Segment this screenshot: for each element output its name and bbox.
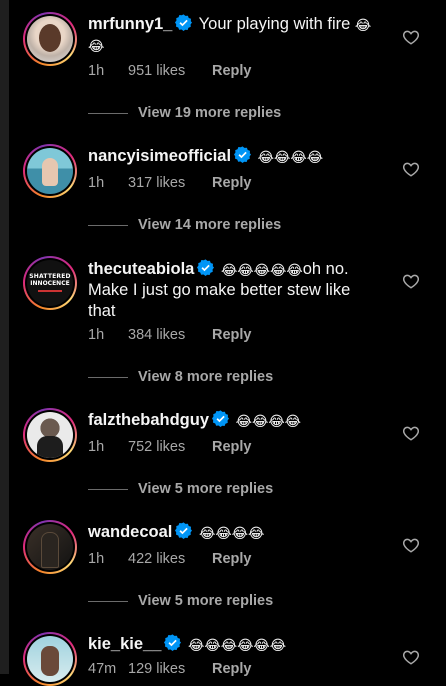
heart-outline-icon[interactable] [402,536,420,554]
avatar-image [27,412,73,458]
avatar-text: INNOCENCE [30,280,70,287]
view-more-replies-label: View 14 more replies [138,217,282,233]
comment-emoji: 😂😂😂😂 [235,413,302,429]
like-count[interactable]: 752 likes [128,439,212,455]
comment-emoji: 😂 [354,17,372,33]
comment-emoji: 😂 [88,38,105,54]
avatar[interactable] [23,144,77,198]
view-more-replies[interactable]: View 14 more replies [88,217,281,233]
view-more-replies[interactable]: View 8 more replies [88,369,273,385]
comment-emoji: 😂😂😂😂😂 [220,262,303,278]
comment-text: Make I just go make better stew like [88,281,351,299]
divider [88,600,128,602]
comment-text: that [88,302,116,320]
username[interactable]: kie_kie__ [88,635,161,653]
view-more-replies-label: View 19 more replies [138,105,282,121]
comment-emoji: 😂😂😂😂 [257,149,324,165]
view-more-replies[interactable]: View 5 more replies [88,481,273,497]
avatar-image [27,16,73,62]
divider [88,112,128,114]
reply-button[interactable]: Reply [212,551,252,567]
left-edge-divider [0,0,9,674]
like-count[interactable]: 422 likes [128,551,212,567]
divider [88,488,128,490]
view-more-replies[interactable]: View 19 more replies [88,105,281,121]
username[interactable]: thecuteabiola [88,260,194,278]
avatar[interactable] [23,520,77,574]
like-count[interactable]: 129 likes [128,661,212,677]
avatar-image [27,524,73,570]
view-more-replies-label: View 5 more replies [138,481,274,497]
like-count[interactable]: 317 likes [128,175,212,191]
avatar[interactable]: SHATTERED INNOCENCE [23,256,77,310]
reply-button[interactable]: Reply [212,327,252,343]
heart-outline-icon[interactable] [402,160,420,178]
comment-text: oh no. [302,260,349,278]
verified-badge-icon [212,410,230,427]
comment-time: 1h [88,327,105,343]
username[interactable]: wandecoal [88,523,172,541]
reply-button[interactable]: Reply [212,661,252,677]
reply-button[interactable]: Reply [212,439,252,455]
avatar[interactable] [23,408,77,462]
avatar-image [27,636,73,682]
comment-time: 1h [88,439,105,455]
avatar[interactable] [23,12,77,66]
like-count[interactable]: 384 likes [128,327,212,343]
verified-badge-icon [164,634,182,651]
view-more-replies[interactable]: View 5 more replies [88,593,273,609]
reply-button[interactable]: Reply [212,63,252,79]
divider [88,224,128,226]
heart-outline-icon[interactable] [402,272,420,290]
username[interactable]: falzthebahdguy [88,411,209,429]
comment-time: 47m [88,661,117,677]
avatar-image: SHATTERED INNOCENCE [27,260,73,306]
like-count[interactable]: 951 likes [128,63,212,79]
comment-emoji: 😂😂😂😂😂😂 [188,637,287,653]
comment-time: 1h [88,551,105,567]
divider [88,376,128,378]
verified-badge-icon [234,146,252,163]
verified-badge-icon [197,259,215,276]
verified-badge-icon [175,522,193,539]
view-more-replies-label: View 5 more replies [138,593,274,609]
heart-outline-icon[interactable] [402,28,420,46]
heart-outline-icon[interactable] [402,424,420,442]
username[interactable]: mrfunny1_ [88,15,172,33]
heart-outline-icon[interactable] [402,648,420,666]
comment-time: 1h [88,175,105,191]
comment-text: Your playing with fire [198,15,351,33]
avatar[interactable] [23,632,77,686]
comment-emoji: 😂😂😂😂 [198,525,265,541]
verified-badge-icon [175,14,193,31]
view-more-replies-label: View 8 more replies [138,369,274,385]
avatar-image [27,148,73,194]
reply-button[interactable]: Reply [212,175,252,191]
comment-time: 1h [88,63,105,79]
username[interactable]: nancyisimeofficial [88,147,231,165]
